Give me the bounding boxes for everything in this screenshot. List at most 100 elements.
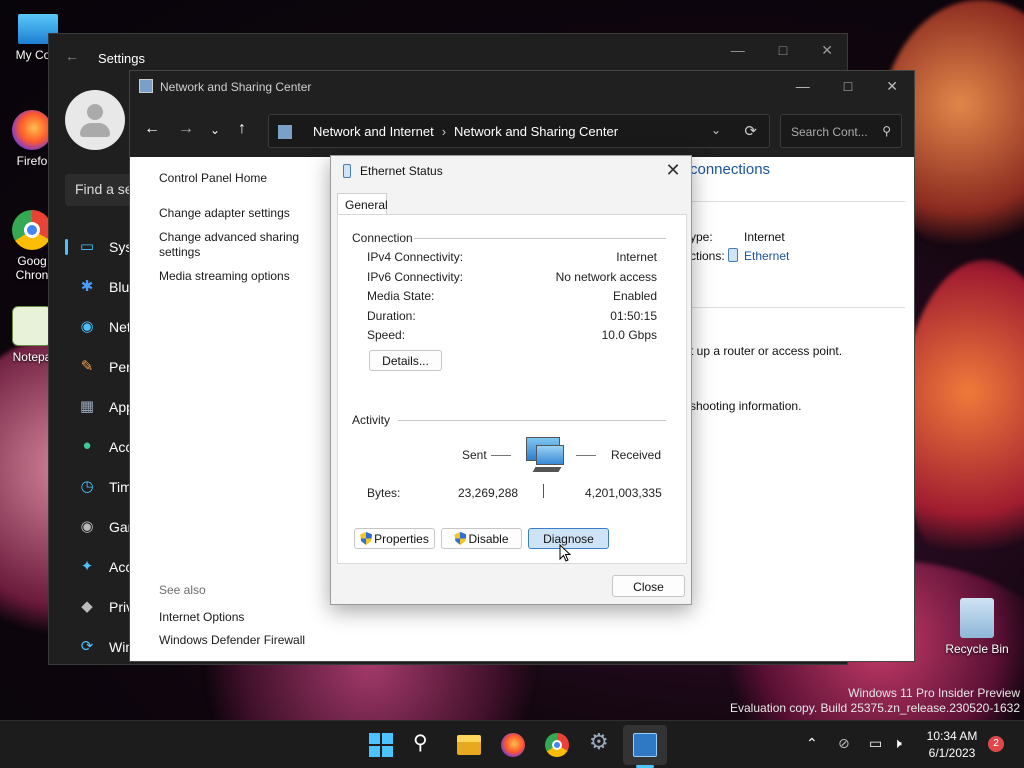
network-icon[interactable]: ▭ bbox=[869, 735, 882, 752]
control-panel-icon bbox=[139, 79, 153, 93]
settings-nav-item-apps[interactable]: ▦ App bbox=[65, 387, 138, 427]
maximize-button[interactable]: □ bbox=[844, 78, 852, 95]
settings-nav-item-personalization[interactable]: ✎ Pers bbox=[65, 347, 138, 387]
desktop-icon-recycle-bin[interactable]: Recycle Bin bbox=[942, 598, 1012, 656]
ipv4-value: Internet bbox=[616, 250, 657, 264]
access-type-value: Internet bbox=[744, 230, 785, 244]
close-button[interactable]: ✕ bbox=[821, 42, 833, 59]
refresh-icon[interactable]: ⟳ bbox=[744, 122, 757, 140]
avatar[interactable] bbox=[65, 90, 125, 150]
watermark-line2: Evaluation copy. Build 25375.zn_release.… bbox=[730, 701, 1020, 715]
clock-date: 6/1/2023 bbox=[928, 746, 976, 760]
sent-label: Sent bbox=[462, 448, 487, 462]
firefox-icon[interactable] bbox=[501, 733, 525, 757]
speed-value: 10.0 Gbps bbox=[601, 328, 657, 342]
windows-defender-firewall-link[interactable]: Windows Defender Firewall bbox=[159, 629, 305, 652]
file-explorer-icon[interactable] bbox=[457, 735, 481, 755]
monitor-icon: ▭ bbox=[79, 238, 95, 255]
details-button[interactable]: Details... bbox=[369, 350, 442, 371]
network-computers-icon bbox=[524, 437, 564, 473]
change-adapter-settings-link[interactable]: Change adapter settings bbox=[159, 206, 309, 221]
general-tab-panel: Connection IPv4 Connectivity: Internet IP… bbox=[337, 214, 687, 564]
duration-row: Duration: 01:50:15 bbox=[367, 309, 657, 323]
nsc-left-pane: Control Panel Home Change adapter settin… bbox=[159, 171, 309, 293]
gamepad-icon: ◉ bbox=[80, 518, 94, 535]
media-state-value: Enabled bbox=[612, 289, 657, 303]
taskbar: ⚲ ⚙ ⌃ ⊘ ▭ 🕨 10:34 AM 6/1/2023 2 bbox=[0, 720, 1024, 768]
settings-nav-item-accounts[interactable]: ● Acc bbox=[65, 427, 138, 467]
settings-nav-item-network[interactable]: ◉ Net bbox=[65, 307, 138, 347]
close-icon[interactable]: ✕ bbox=[663, 160, 683, 181]
bytes-label: Bytes: bbox=[367, 486, 401, 500]
settings-nav-item-system[interactable]: ▭ Syst bbox=[65, 227, 138, 267]
disable-button[interactable]: Disable bbox=[441, 528, 522, 549]
media-state-row: Media State: Enabled bbox=[367, 289, 657, 303]
setup-router-text: t up a router or access point. bbox=[690, 344, 843, 358]
connections-label: ctions: bbox=[690, 249, 725, 263]
back-arrow-icon[interactable]: ← bbox=[144, 120, 160, 138]
divider bbox=[491, 455, 511, 456]
start-button[interactable] bbox=[369, 733, 393, 757]
properties-button[interactable]: Properties bbox=[354, 528, 435, 549]
minimize-button[interactable]: — bbox=[731, 42, 745, 59]
breadcrumb-item[interactable]: Network and Internet bbox=[313, 124, 434, 139]
update-icon: ⟳ bbox=[80, 638, 94, 655]
internet-options-link[interactable]: Internet Options bbox=[159, 606, 305, 629]
speed-label: Speed: bbox=[367, 328, 406, 342]
settings-nav-item-time[interactable]: ◷ Tim bbox=[65, 467, 138, 507]
media-streaming-link[interactable]: Media streaming options bbox=[159, 269, 309, 284]
tab-general[interactable]: General bbox=[337, 193, 388, 215]
windows-watermark: Windows 11 Pro Insider Preview Evaluatio… bbox=[730, 686, 1020, 716]
settings-nav-item-windows-update[interactable]: ⟳ Win bbox=[65, 627, 138, 667]
brush-icon: ✎ bbox=[80, 358, 94, 375]
watermark-line1: Windows 11 Pro Insider Preview bbox=[848, 686, 1020, 700]
search-placeholder: Search Cont... bbox=[791, 125, 868, 139]
chevron-up-icon[interactable]: ⌃ bbox=[806, 735, 818, 752]
up-arrow-icon[interactable]: ↑ bbox=[238, 120, 246, 138]
nsc-window-controls: — □ ✕ bbox=[796, 78, 898, 95]
speed-row: Speed: 10.0 Gbps bbox=[367, 328, 657, 342]
media-state-label: Media State: bbox=[367, 289, 435, 303]
search-icon[interactable]: ⚲ bbox=[413, 730, 437, 754]
ipv6-row: IPv6 Connectivity: No network access bbox=[367, 270, 657, 284]
recent-locations-chevron-icon[interactable]: ⌄ bbox=[210, 123, 220, 137]
control-panel-home-link[interactable]: Control Panel Home bbox=[159, 171, 309, 186]
notification-badge[interactable]: 2 bbox=[988, 736, 1004, 752]
maximize-button[interactable]: □ bbox=[779, 42, 787, 59]
properties-label: Properties bbox=[374, 532, 429, 546]
uac-shield-icon bbox=[360, 532, 373, 545]
ipv4-label: IPv4 Connectivity: bbox=[367, 250, 464, 264]
back-arrow-icon[interactable]: ← bbox=[65, 48, 79, 64]
volume-icon[interactable]: 🕨 bbox=[893, 735, 902, 752]
settings-nav: ▭ Syst ✱ Blue ◉ Net ✎ Pers ▦ App ● Acc ◷ Tim ◉ G… bbox=[65, 227, 138, 667]
search-input[interactable]: Search Cont... ⚲ bbox=[780, 114, 902, 148]
shield-icon: ◆ bbox=[81, 598, 93, 615]
breadcrumb-item[interactable]: Network and Sharing Center bbox=[454, 124, 618, 139]
ethernet-icon bbox=[343, 164, 351, 178]
ipv4-row: IPv4 Connectivity: Internet bbox=[367, 250, 657, 264]
settings-nav-item-accessibility[interactable]: ✦ Acc bbox=[65, 547, 138, 587]
settings-nav-item-bluetooth[interactable]: ✱ Blue bbox=[65, 267, 138, 307]
connection-group-header: Connection bbox=[352, 231, 413, 245]
close-button[interactable]: Close bbox=[612, 575, 685, 597]
chrome-icon[interactable] bbox=[545, 733, 569, 757]
access-type-label: ype: bbox=[690, 230, 713, 244]
forward-arrow-icon[interactable]: → bbox=[178, 120, 194, 138]
divider bbox=[576, 455, 596, 456]
chevron-down-icon[interactable]: ⌄ bbox=[711, 123, 721, 137]
gear-icon[interactable]: ⚙ bbox=[589, 729, 613, 754]
clock-time: 10:34 AM bbox=[926, 729, 978, 743]
change-advanced-sharing-link[interactable]: Change advanced sharing settings bbox=[159, 230, 309, 260]
settings-nav-item-privacy[interactable]: ◆ Priv bbox=[65, 587, 138, 627]
minimize-button[interactable]: — bbox=[796, 78, 810, 95]
search-icon: ⚲ bbox=[882, 124, 891, 138]
network-offline-icon[interactable]: ⊘ bbox=[838, 735, 850, 752]
bytes-sent-value: 23,269,288 bbox=[458, 486, 519, 500]
mouse-cursor-icon bbox=[559, 544, 571, 562]
address-bar[interactable]: Network and Internet › Network and Sharing… bbox=[268, 114, 770, 148]
system-clock[interactable]: 10:34 AM 6/1/2023 bbox=[918, 728, 986, 762]
control-panel-icon[interactable] bbox=[633, 733, 657, 757]
close-button[interactable]: ✕ bbox=[886, 78, 898, 95]
settings-nav-item-gaming[interactable]: ◉ Gar bbox=[65, 507, 138, 547]
ethernet-connection-link[interactable]: Ethernet bbox=[744, 249, 789, 263]
